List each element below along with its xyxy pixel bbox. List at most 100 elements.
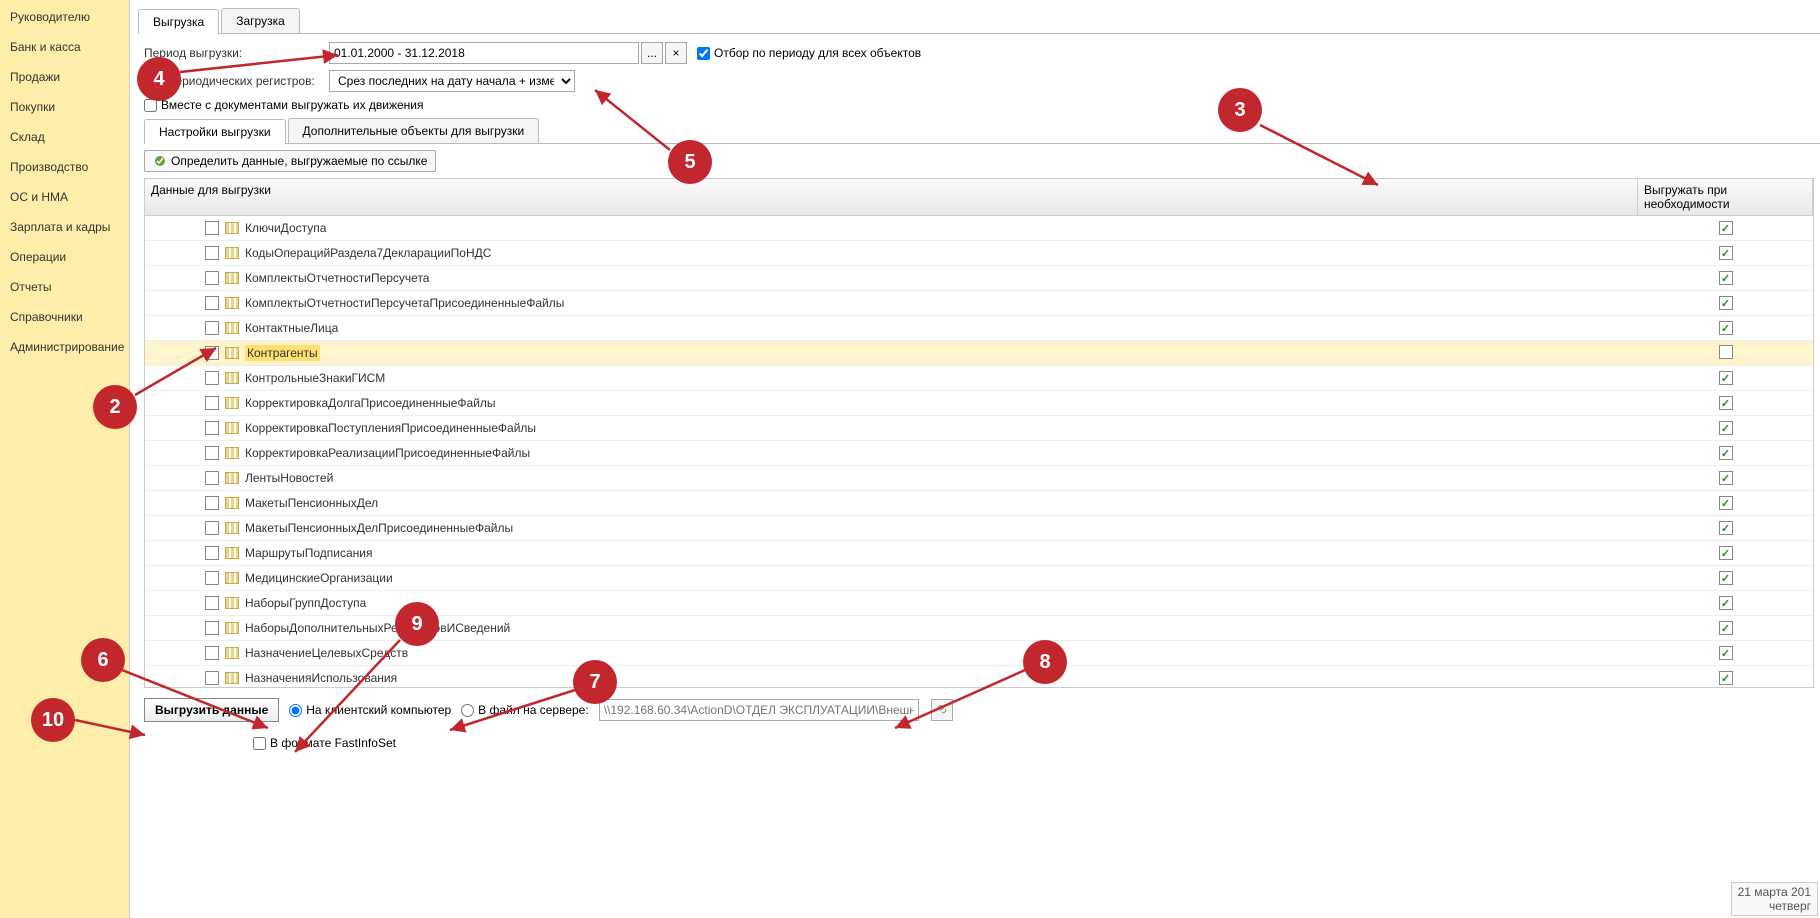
radio-server-wrap[interactable]: В файл на сервере:: [461, 703, 589, 717]
row-side-checkbox[interactable]: [1719, 571, 1733, 585]
sidebar-item[interactable]: Отчеты: [0, 272, 129, 302]
row-side-checkbox[interactable]: [1719, 621, 1733, 635]
export-button[interactable]: Выгрузить данные: [144, 698, 279, 722]
tab-import[interactable]: Загрузка: [221, 8, 300, 33]
table-icon: [225, 297, 239, 309]
row-side-checkbox[interactable]: [1719, 646, 1733, 660]
sidebar-item[interactable]: ОС и НМА: [0, 182, 129, 212]
period-filter-checkbox-wrap[interactable]: Отбор по периоду для всех объектов: [697, 46, 921, 60]
server-path-browse-button[interactable]: [931, 699, 953, 721]
row-checkbox[interactable]: [205, 421, 219, 435]
row-checkbox[interactable]: [205, 371, 219, 385]
table-icon: [225, 497, 239, 509]
table-row[interactable]: ЛентыНовостей: [145, 466, 1813, 491]
with-docs-checkbox-wrap[interactable]: Вместе с документами выгружать их движен…: [144, 98, 424, 112]
row-label: МакетыПенсионныхДелПрисоединенныеФайлы: [245, 521, 513, 535]
table-row[interactable]: КонтактныеЛица: [145, 316, 1813, 341]
row-checkbox[interactable]: [205, 671, 219, 685]
sidebar-item[interactable]: Производство: [0, 152, 129, 182]
data-table: Данные для выгрузки Выгружать при необхо…: [144, 178, 1814, 688]
periodic-select[interactable]: Срез последних на дату начала + изменени: [329, 70, 575, 92]
table-row[interactable]: НаборыГруппДоступа: [145, 591, 1813, 616]
radio-server[interactable]: [461, 704, 474, 717]
fastinfoset-checkbox[interactable]: [253, 737, 266, 750]
sidebar-item[interactable]: Склад: [0, 122, 129, 152]
row-label: МедицинскиеОрганизации: [245, 571, 393, 585]
row-checkbox[interactable]: [205, 296, 219, 310]
fastinfoset-wrap[interactable]: В формате FastInfoSet: [253, 736, 396, 750]
row-side-checkbox[interactable]: [1719, 471, 1733, 485]
radio-client[interactable]: [289, 704, 302, 717]
row-checkbox[interactable]: [205, 396, 219, 410]
row-checkbox[interactable]: [205, 271, 219, 285]
row-side-checkbox[interactable]: [1719, 246, 1733, 260]
sidebar-item[interactable]: Продажи: [0, 62, 129, 92]
row-side-checkbox[interactable]: [1719, 421, 1733, 435]
table-row[interactable]: КорректировкаПоступленияПрисоединенныеФа…: [145, 416, 1813, 441]
row-side-checkbox[interactable]: [1719, 271, 1733, 285]
row-side-checkbox[interactable]: [1719, 296, 1733, 310]
define-data-button[interactable]: Определить данные, выгружаемые по ссылке: [144, 150, 436, 172]
server-path-input[interactable]: [599, 699, 919, 721]
with-docs-checkbox[interactable]: [144, 99, 157, 112]
row-side-checkbox[interactable]: [1719, 446, 1733, 460]
row-side-checkbox[interactable]: [1719, 671, 1733, 685]
table-row[interactable]: Контрагенты: [145, 341, 1813, 366]
table-row[interactable]: НаборыДополнительныхРеквизитовИСведений: [145, 616, 1813, 641]
row-label: Контрагенты: [245, 345, 320, 361]
row-checkbox[interactable]: [205, 621, 219, 635]
row-checkbox[interactable]: [205, 496, 219, 510]
table-row[interactable]: КодыОперацийРаздела7ДекларацииПоНДС: [145, 241, 1813, 266]
radio-client-wrap[interactable]: На клиентский компьютер: [289, 703, 451, 717]
table-icon: [225, 222, 239, 234]
period-input[interactable]: [329, 42, 639, 64]
table-row[interactable]: МакетыПенсионныхДел: [145, 491, 1813, 516]
sidebar-item[interactable]: Операции: [0, 242, 129, 272]
row-side-checkbox[interactable]: [1719, 371, 1733, 385]
tab-additional[interactable]: Дополнительные объекты для выгрузки: [288, 118, 540, 143]
table-row[interactable]: НазначенияИспользования: [145, 666, 1813, 688]
row-checkbox[interactable]: [205, 471, 219, 485]
row-checkbox[interactable]: [205, 346, 219, 360]
table-row[interactable]: КомплектыОтчетностиПерсучетаПрисоединенн…: [145, 291, 1813, 316]
table-row[interactable]: КорректировкаРеализацииПрисоединенныеФай…: [145, 441, 1813, 466]
table-row[interactable]: МедицинскиеОрганизации: [145, 566, 1813, 591]
row-checkbox[interactable]: [205, 521, 219, 535]
row-side-checkbox[interactable]: [1719, 321, 1733, 335]
row-checkbox[interactable]: [205, 446, 219, 460]
row-side-checkbox[interactable]: [1719, 596, 1733, 610]
row-checkbox[interactable]: [205, 246, 219, 260]
with-docs-label: Вместе с документами выгружать их движен…: [161, 98, 424, 112]
tab-settings[interactable]: Настройки выгрузки: [144, 119, 286, 144]
row-side-checkbox[interactable]: [1719, 546, 1733, 560]
period-clear-button[interactable]: ×: [665, 42, 687, 64]
row-checkbox[interactable]: [205, 571, 219, 585]
period-ellipsis-button[interactable]: ...: [641, 42, 663, 64]
row-side-checkbox[interactable]: [1719, 521, 1733, 535]
table-row[interactable]: НазначениеЦелевыхСредств: [145, 641, 1813, 666]
row-checkbox[interactable]: [205, 546, 219, 560]
row-checkbox[interactable]: [205, 596, 219, 610]
period-filter-checkbox[interactable]: [697, 47, 710, 60]
table-row[interactable]: КомплектыОтчетностиПерсучета: [145, 266, 1813, 291]
row-side-checkbox[interactable]: [1719, 496, 1733, 510]
table-row[interactable]: КлючиДоступа: [145, 216, 1813, 241]
row-checkbox[interactable]: [205, 646, 219, 660]
table-row[interactable]: МаршрутыПодписания: [145, 541, 1813, 566]
tab-export[interactable]: Выгрузка: [138, 9, 219, 34]
row-side-checkbox[interactable]: [1719, 345, 1733, 359]
sidebar-item[interactable]: Руководителю: [0, 2, 129, 32]
sidebar-item[interactable]: Банк и касса: [0, 32, 129, 62]
sidebar-item[interactable]: Администрирование: [0, 332, 129, 362]
row-label: КорректировкаПоступленияПрисоединенныеФа…: [245, 421, 536, 435]
row-checkbox[interactable]: [205, 321, 219, 335]
table-row[interactable]: МакетыПенсионныхДелПрисоединенныеФайлы: [145, 516, 1813, 541]
sidebar-item[interactable]: Зарплата и кадры: [0, 212, 129, 242]
row-side-checkbox[interactable]: [1719, 221, 1733, 235]
row-side-checkbox[interactable]: [1719, 396, 1733, 410]
table-row[interactable]: КонтрольныеЗнакиГИСМ: [145, 366, 1813, 391]
sidebar-item[interactable]: Покупки: [0, 92, 129, 122]
sidebar-item[interactable]: Справочники: [0, 302, 129, 332]
table-row[interactable]: КорректировкаДолгаПрисоединенныеФайлы: [145, 391, 1813, 416]
row-checkbox[interactable]: [205, 221, 219, 235]
